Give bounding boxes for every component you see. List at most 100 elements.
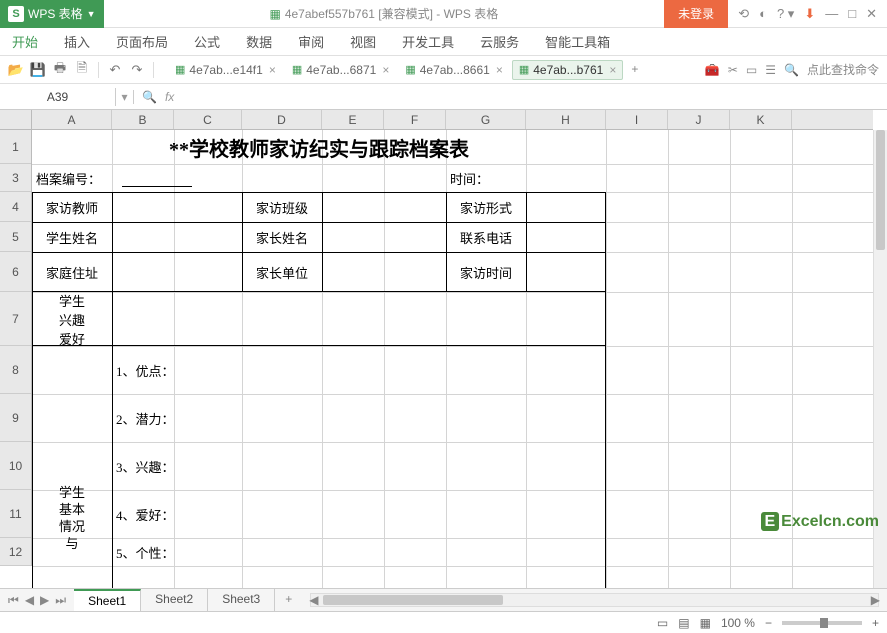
menu-formula[interactable]: 公式: [194, 32, 220, 51]
scrollbar-thumb[interactable]: [876, 130, 885, 250]
col-header-G[interactable]: G: [446, 110, 526, 129]
menu-insert[interactable]: 插入: [64, 32, 90, 51]
row-header-12[interactable]: 12: [0, 538, 31, 566]
login-button[interactable]: 未登录: [664, 0, 728, 28]
cell[interactable]: 4、爱好：: [112, 490, 384, 538]
minimize-button[interactable]: —: [825, 6, 838, 21]
view-normal-icon[interactable]: ▭: [657, 616, 668, 630]
sheet-next-icon[interactable]: ▶: [38, 593, 51, 608]
column-headers[interactable]: ABCDEFGHIJK: [32, 110, 873, 130]
cell[interactable]: 家访教师: [32, 192, 112, 222]
cloud-icon[interactable]: ☰: [765, 63, 776, 77]
row-header-6[interactable]: 6: [0, 252, 31, 292]
cell[interactable]: 联系电话: [446, 222, 526, 252]
app-menu-dropdown-icon[interactable]: ▼: [87, 9, 96, 19]
col-header-B[interactable]: B: [112, 110, 174, 129]
vertical-scrollbar[interactable]: [873, 130, 887, 588]
name-box-dropdown-icon[interactable]: ▾: [116, 90, 134, 104]
sheet-prev-icon[interactable]: ◀: [23, 593, 36, 608]
row-header-7[interactable]: 7: [0, 292, 31, 346]
row-header-11[interactable]: 11: [0, 490, 31, 538]
row-header-5[interactable]: 5: [0, 222, 31, 252]
menu-review[interactable]: 审阅: [298, 32, 324, 51]
row-header-9[interactable]: 9: [0, 394, 31, 442]
zoom-in-button[interactable]: +: [872, 616, 879, 630]
doctab-1[interactable]: ▦4e7ab...6871×: [285, 60, 397, 80]
cell[interactable]: 学生 兴趣 爱好: [32, 292, 112, 346]
cell[interactable]: 家访形式: [446, 192, 526, 222]
row-headers[interactable]: 13456789101112: [0, 130, 32, 566]
preview-icon[interactable]: 🗎: [74, 62, 90, 78]
toolkit-icon[interactable]: 🧰: [705, 63, 720, 77]
window-icon[interactable]: ▭: [746, 63, 757, 77]
redo-icon[interactable]: ↷: [129, 62, 145, 78]
screenshot-icon[interactable]: ✂: [728, 63, 738, 77]
cell[interactable]: 家庭住址: [32, 252, 112, 292]
menu-devtools[interactable]: 开发工具: [402, 32, 454, 51]
fx-icon[interactable]: fx: [165, 90, 174, 104]
open-icon[interactable]: 📂: [8, 62, 24, 78]
maximize-button[interactable]: □: [848, 6, 856, 21]
add-sheet-button[interactable]: +: [275, 589, 302, 611]
doctab-3[interactable]: ▦4e7ab...b761×: [512, 60, 624, 80]
help-icon[interactable]: ? ▾: [777, 6, 794, 22]
menu-data[interactable]: 数据: [246, 32, 272, 51]
select-all-corner[interactable]: [0, 110, 32, 130]
cell[interactable]: 家访班级: [242, 192, 322, 222]
sheet-tab-1[interactable]: Sheet1: [74, 589, 141, 611]
col-header-A[interactable]: A: [32, 110, 112, 129]
sheet-first-icon[interactable]: ⏮: [6, 593, 21, 608]
col-header-C[interactable]: C: [174, 110, 242, 129]
row-header-3[interactable]: 3: [0, 164, 31, 192]
scroll-right-icon[interactable]: ▶: [871, 593, 880, 607]
close-icon[interactable]: ×: [609, 63, 616, 77]
cell[interactable]: 档案编号：: [32, 164, 174, 192]
print-icon[interactable]: 🖶: [52, 62, 68, 78]
col-header-E[interactable]: E: [322, 110, 384, 129]
scroll-left-icon[interactable]: ◀: [309, 593, 318, 607]
sync-icon[interactable]: ⟲: [738, 6, 749, 22]
cell[interactable]: 3、兴趣：: [112, 442, 384, 490]
sheet-last-icon[interactable]: ⏭: [53, 593, 68, 608]
col-header-J[interactable]: J: [668, 110, 730, 129]
row-header-1[interactable]: 1: [0, 130, 31, 164]
menu-start[interactable]: 开始: [12, 32, 38, 51]
row-header-8[interactable]: 8: [0, 346, 31, 394]
zoom-out-button[interactable]: −: [765, 616, 772, 630]
cell[interactable]: 家长姓名: [242, 222, 322, 252]
doctab-0[interactable]: ▦4e7ab...e14f1×: [168, 60, 283, 80]
row-header-10[interactable]: 10: [0, 442, 31, 490]
menu-smarttools[interactable]: 智能工具箱: [545, 32, 610, 51]
search-command-hint[interactable]: 点此查找命令: [807, 61, 879, 78]
cell[interactable]: 家长单位: [242, 252, 322, 292]
scrollbar-thumb[interactable]: [323, 595, 503, 605]
save-icon[interactable]: 💾: [30, 62, 46, 78]
zoom-slider[interactable]: [782, 621, 862, 625]
doctab-2[interactable]: ▦4e7ab...8661×: [398, 60, 510, 80]
spreadsheet-grid[interactable]: ABCDEFGHIJK 13456789101112 **学校教师家访纪实与跟踪…: [0, 110, 887, 588]
cell[interactable]: 时间：: [446, 164, 606, 192]
sheet-tab-3[interactable]: Sheet3: [208, 589, 275, 611]
cell[interactable]: 学生姓名: [32, 222, 112, 252]
skin-icon[interactable]: ◐: [759, 6, 767, 21]
close-button[interactable]: ✕: [866, 6, 877, 22]
menu-cloud[interactable]: 云服务: [480, 32, 519, 51]
cell[interactable]: **学校教师家访纪实与跟踪档案表: [32, 130, 606, 164]
col-header-I[interactable]: I: [606, 110, 668, 129]
cell[interactable]: 家访时间: [446, 252, 526, 292]
new-tab-button[interactable]: +: [625, 60, 644, 80]
view-break-icon[interactable]: ▦: [700, 616, 711, 630]
menu-view[interactable]: 视图: [350, 32, 376, 51]
col-header-K[interactable]: K: [730, 110, 792, 129]
close-icon[interactable]: ×: [382, 63, 389, 77]
view-page-icon[interactable]: ▤: [678, 616, 689, 630]
undo-icon[interactable]: ↶: [107, 62, 123, 78]
cell[interactable]: 1、优点：: [112, 346, 384, 394]
pin-icon[interactable]: ⬇: [804, 6, 815, 22]
zoom-value[interactable]: 100 %: [721, 616, 755, 630]
cell[interactable]: 2、潜力：: [112, 394, 384, 442]
col-header-D[interactable]: D: [242, 110, 322, 129]
name-box[interactable]: A39: [0, 88, 116, 106]
cell[interactable]: 5、个性：: [112, 538, 384, 566]
close-icon[interactable]: ×: [496, 63, 503, 77]
